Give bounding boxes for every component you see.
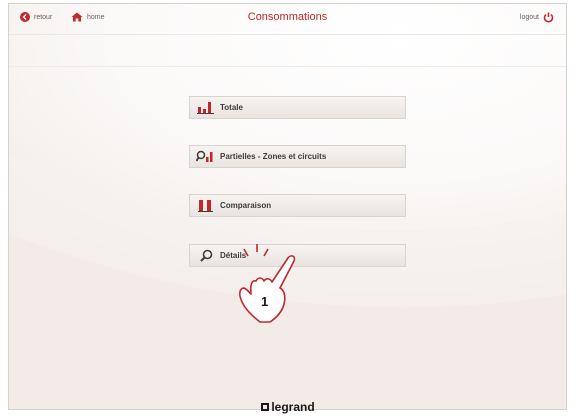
search-chart-icon bbox=[196, 150, 216, 164]
search-icon bbox=[196, 249, 216, 263]
partielles-label: Partielles - Zones et circuits bbox=[220, 152, 327, 161]
header-divider bbox=[9, 34, 566, 35]
bar-chart-icon bbox=[196, 101, 216, 115]
compare-bars-icon bbox=[196, 199, 216, 213]
totale-button[interactable]: Totale bbox=[189, 96, 406, 119]
logo-mark bbox=[261, 402, 270, 411]
partielles-button[interactable]: Partielles - Zones et circuits bbox=[189, 145, 406, 168]
app-screen: retour home Consommations logout Totale … bbox=[8, 3, 567, 410]
content-divider bbox=[9, 66, 566, 67]
pointing-hand-icon: 1 bbox=[239, 244, 296, 323]
top-bar: retour home Consommations logout bbox=[9, 4, 566, 35]
comparaison-button[interactable]: Comparaison bbox=[189, 194, 406, 217]
brand-name: legrand bbox=[271, 399, 315, 414]
comparaison-label: Comparaison bbox=[220, 201, 272, 210]
legrand-logo: legrand bbox=[0, 398, 576, 416]
logout-label: logout bbox=[519, 14, 539, 21]
logout-button[interactable]: logout bbox=[520, 12, 554, 23]
device-frame: retour home Consommations logout Totale … bbox=[0, 0, 576, 418]
totale-label: Totale bbox=[220, 103, 243, 112]
callout-number: 1 bbox=[261, 294, 268, 309]
page-title: Consommations bbox=[247, 11, 328, 23]
power-icon bbox=[543, 12, 554, 23]
